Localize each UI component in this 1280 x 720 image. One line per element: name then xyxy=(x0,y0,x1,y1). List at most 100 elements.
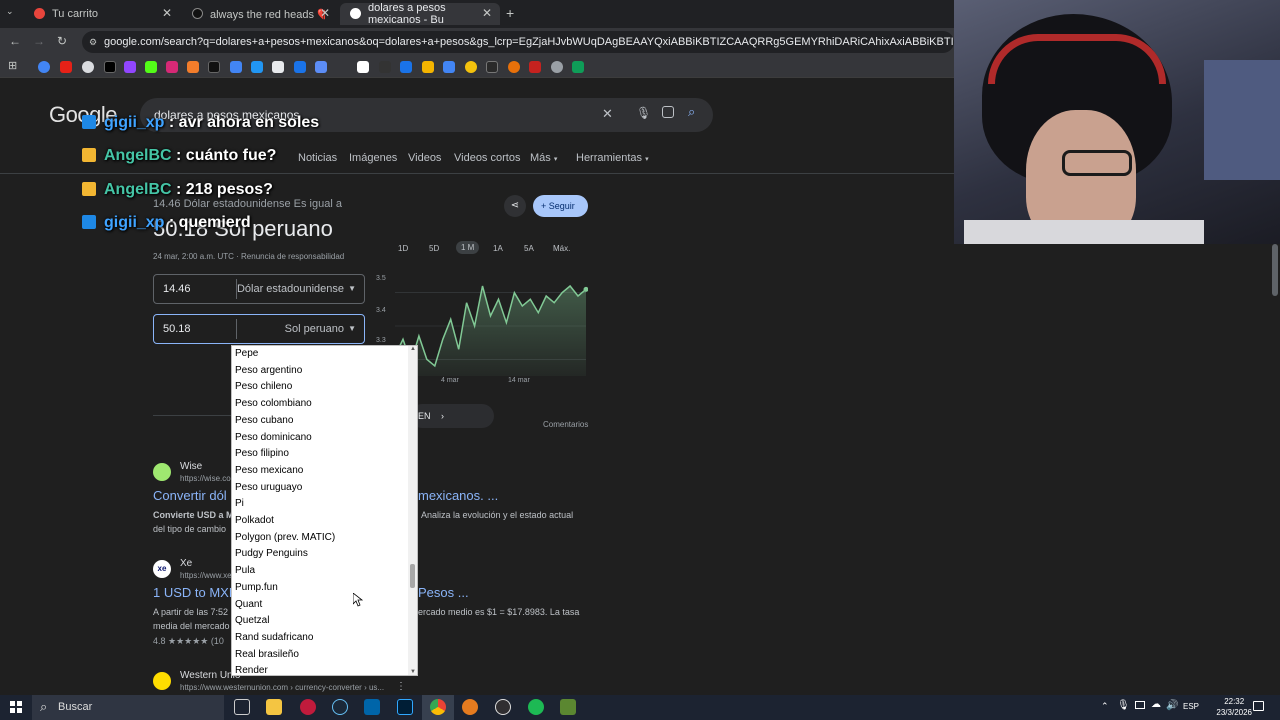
close-tab-icon[interactable]: ✕ xyxy=(482,6,492,20)
tray-chevron-icon[interactable]: ⌃ xyxy=(1101,701,1109,712)
currency-option[interactable]: Quetzal xyxy=(235,613,269,629)
currency-option[interactable]: Peso cubano xyxy=(235,413,293,429)
bookmark-gold-icon[interactable] xyxy=(465,61,477,73)
photoshop-icon[interactable] xyxy=(397,699,413,715)
reload-icon[interactable]: ↻ xyxy=(57,34,67,48)
new-tab-icon[interactable]: + xyxy=(506,5,514,21)
windows-start-icon[interactable] xyxy=(10,701,22,713)
lens-search-icon[interactable] xyxy=(662,106,674,118)
result-url[interactable]: https://www.westernunion.com › currency-… xyxy=(180,683,384,692)
cloud-icon[interactable]: ☁ xyxy=(1151,699,1161,710)
range-5d[interactable]: 5D xyxy=(429,244,439,253)
currency-option[interactable]: Peso filipino xyxy=(235,446,289,462)
bookmark-doc-icon[interactable] xyxy=(315,61,327,73)
minecraft-icon[interactable] xyxy=(560,699,576,715)
bookmark-x-icon[interactable] xyxy=(104,61,116,73)
tab-herramientas[interactable]: Herramientas ▾ xyxy=(576,152,649,164)
currency-option[interactable]: Real brasileño xyxy=(235,647,299,663)
bookmark-af-icon[interactable] xyxy=(379,61,391,73)
page-scrollbar-thumb[interactable] xyxy=(1272,244,1278,296)
back-icon[interactable]: ← xyxy=(9,34,21,48)
notification-icon[interactable] xyxy=(1253,701,1264,711)
bookmark-notion-icon[interactable] xyxy=(357,61,369,73)
currency-option[interactable]: Peso dominicano xyxy=(235,430,312,446)
result-site-name[interactable]: Wise xyxy=(180,461,202,472)
chrome-icon[interactable] xyxy=(430,699,446,715)
range-1a[interactable]: 1A xyxy=(493,244,503,253)
result-url[interactable]: https://wise.com xyxy=(180,474,237,483)
currency-option[interactable]: Peso uruguayo xyxy=(235,480,302,496)
dropdown-scroll-thumb[interactable] xyxy=(410,564,415,588)
file-explorer-icon[interactable] xyxy=(266,699,282,715)
result-title[interactable]: 1 USD to MXN xyxy=(153,585,238,600)
currency-option[interactable]: Pula xyxy=(235,563,255,579)
dropdown-scrollbar[interactable]: ▲ ▼ xyxy=(408,346,417,675)
volume-icon[interactable]: 🔊 xyxy=(1166,700,1178,711)
currency-option[interactable]: Polkadot xyxy=(235,513,274,529)
vscode-icon[interactable] xyxy=(364,699,380,715)
tab-noticias[interactable]: Noticias xyxy=(298,152,337,164)
voice-search-icon[interactable]: 🎙 xyxy=(636,106,651,120)
scroll-down-icon[interactable]: ▼ xyxy=(410,669,416,675)
clear-search-icon[interactable]: ✕ xyxy=(602,106,613,122)
result-menu-icon[interactable]: ⋮ xyxy=(396,681,406,692)
close-tab-icon[interactable]: ✕ xyxy=(320,6,330,20)
microphone-icon[interactable]: 🎙 xyxy=(1117,700,1130,711)
feedback-link[interactable]: Comentarios xyxy=(543,420,588,429)
from-currency-select[interactable]: Dólar estadounidense xyxy=(237,275,344,303)
bookmark-orange-icon[interactable] xyxy=(187,61,199,73)
browser-tab-2[interactable]: always the red heads 💔 #yan ✕ xyxy=(182,3,338,25)
currency-option[interactable]: Rand sudafricano xyxy=(235,630,313,646)
bookmark-blue2-icon[interactable] xyxy=(443,61,455,73)
bookmark-tools-icon[interactable] xyxy=(529,61,541,73)
bookmark-chrome-icon[interactable] xyxy=(38,61,50,73)
currency-option[interactable]: Pump.fun xyxy=(235,580,278,596)
steam-icon[interactable] xyxy=(332,699,348,715)
bookmark-kick-icon[interactable] xyxy=(145,61,157,73)
result-title-tail[interactable]: Pesos ... xyxy=(418,585,469,600)
search-icon[interactable]: ⌕ xyxy=(688,104,695,120)
browser-tab-1[interactable]: Tu carrito ✕ xyxy=(24,3,180,25)
bookmark-twitch-icon[interactable] xyxy=(124,61,136,73)
app-flame-icon[interactable] xyxy=(462,699,478,715)
browser-tab-3[interactable]: dolares a pesos mexicanos - Bu ✕ xyxy=(340,2,500,26)
bookmark-youtube-icon[interactable] xyxy=(60,61,72,73)
bookmark-grid-icon[interactable] xyxy=(294,61,306,73)
tab-imagenes[interactable]: Imágenes xyxy=(349,152,397,164)
scroll-up-icon[interactable]: ▲ xyxy=(410,346,416,352)
follow-button[interactable]: + Seguir xyxy=(533,195,588,217)
result-site-name[interactable]: Xe xyxy=(180,558,192,569)
tab-search-button[interactable]: ⌄ xyxy=(6,6,20,20)
share-button[interactable]: ⋖ xyxy=(504,195,526,217)
currency-option[interactable]: Pepe xyxy=(235,346,258,362)
from-amount-field[interactable]: 14.46 Dólar estadounidense ▼ xyxy=(153,274,365,304)
converter-timestamp[interactable]: 24 mar, 2:00 a.m. UTC · Renuncia de resp… xyxy=(153,252,344,261)
site-info-icon[interactable]: ⚙ xyxy=(89,31,97,53)
range-5a[interactable]: 5A xyxy=(524,244,534,253)
result-title[interactable]: Convertir dól xyxy=(153,488,227,503)
range-1m[interactable]: 1 M xyxy=(456,241,480,254)
obs-icon[interactable] xyxy=(495,699,511,715)
bookmark-db-icon[interactable] xyxy=(272,61,284,73)
currency-option[interactable]: Quant xyxy=(235,597,262,613)
result-title-tail[interactable]: mexicanos. ... xyxy=(418,488,498,503)
tab-videos-cortos[interactable]: Videos cortos xyxy=(454,152,520,164)
tab-videos[interactable]: Videos xyxy=(408,152,441,164)
taskbar-search-input[interactable]: ⌕ Buscar xyxy=(32,695,224,720)
currency-option[interactable]: Peso chileno xyxy=(235,379,292,395)
bookmark-x2-icon[interactable] xyxy=(208,61,220,73)
spotify-icon[interactable] xyxy=(528,699,544,715)
to-amount-field[interactable]: 50.18 Sol peruano ▼ xyxy=(153,314,365,344)
tab-mas[interactable]: Más ▾ xyxy=(530,152,557,164)
close-tab-icon[interactable]: ✕ xyxy=(162,6,172,20)
currency-option[interactable]: Peso colombiano xyxy=(235,396,312,412)
bookmark-translate2-icon[interactable] xyxy=(400,61,412,73)
apps-grid-icon[interactable]: ⊞ xyxy=(8,59,17,72)
to-currency-select[interactable]: Sol peruano xyxy=(285,315,344,343)
currency-option[interactable]: Polygon (prev. MATIC) xyxy=(235,530,335,546)
bookmark-circle-icon[interactable] xyxy=(508,61,520,73)
range-max[interactable]: Máx. xyxy=(553,244,570,253)
more-info-button[interactable]: EN › xyxy=(410,404,494,428)
address-bar[interactable]: ⚙ google.com/search?q=dolares+a+pesos+me… xyxy=(82,31,954,53)
bookmark-sheets-icon[interactable] xyxy=(572,61,584,73)
